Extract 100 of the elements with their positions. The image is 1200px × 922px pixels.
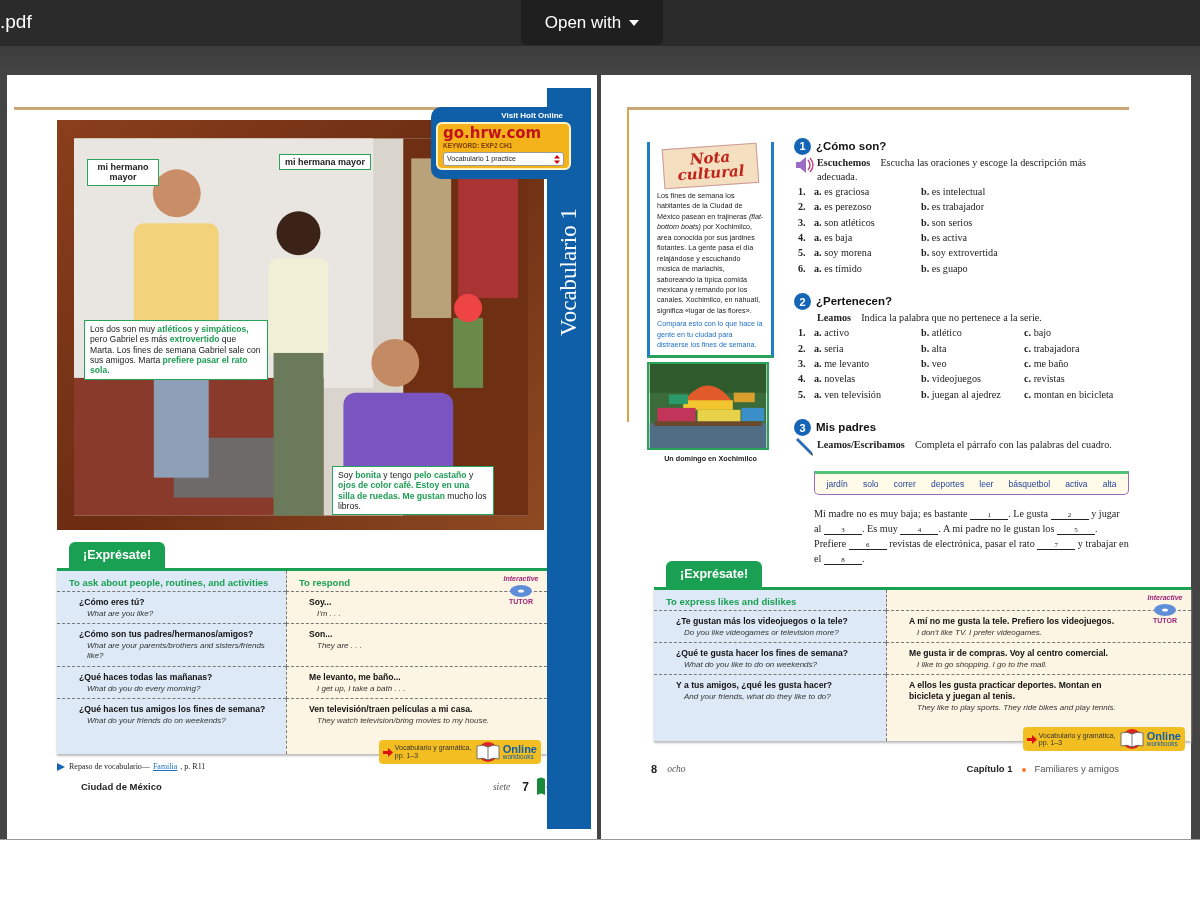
speaker-icon	[794, 156, 814, 175]
chapter-title: Familiares y amigos	[1034, 762, 1119, 777]
answer-text: Son...	[308, 628, 334, 640]
item-number: 5.	[798, 246, 807, 261]
footer-location: Ciudad de México	[81, 779, 162, 794]
item-number: 2.	[798, 341, 807, 356]
question-text: ¿Qué hacen tus amigos los fines de semana?	[78, 702, 267, 715]
workbook-title: Online	[1146, 730, 1181, 742]
answer-option[interactable]: a. ven televisión	[814, 386, 921, 403]
website-text: go.hrw.com	[443, 126, 543, 141]
caption-text: Soy bonita y tengo pelo castaño y ojos de color café. Estoy en una silla de ruedas. Me gustan mucho los libros.	[332, 466, 494, 516]
caret-icon	[629, 19, 640, 26]
updown-icon	[554, 154, 560, 164]
answer-option[interactable]: b. videojuegos	[921, 371, 1024, 387]
translation-text: What do your friends do on weekends?	[86, 714, 227, 727]
review-text: Repaso de vocabulario—	[69, 761, 150, 774]
badge-heading: Visit Holt Online	[500, 110, 564, 122]
exercise-title: Mis padres	[816, 420, 877, 436]
answer-option[interactable]: a. son atléticos	[814, 214, 921, 230]
translation-text: What do you do every morning?	[86, 682, 202, 695]
page-number: 8	[651, 762, 658, 778]
answer-option[interactable]: b. alta	[921, 340, 1024, 357]
word-bank-word: solo	[862, 477, 879, 491]
answer-option[interactable]: c. montan en bicicleta	[1024, 386, 1114, 403]
chapter-number: Capítulo 1	[966, 762, 1013, 777]
answer-option[interactable]: b. soy extrovertida	[921, 245, 1041, 261]
page-word: siete	[492, 780, 511, 794]
answer-option[interactable]: b. son serios	[921, 214, 1041, 230]
item-number: 3.	[798, 357, 807, 372]
answer-option[interactable]: c. revistas	[1024, 371, 1114, 387]
answer-option[interactable]: a. me levanto	[814, 356, 921, 372]
answer-text: Me levanto, me baño...	[308, 670, 402, 683]
question-text: ¿Qué haces todas las mañanas?	[78, 670, 214, 683]
answer-option[interactable]: a. soy morena	[814, 245, 921, 261]
translation-text: What do you like to do on weekends?	[683, 659, 818, 671]
side-tab-title: Vocabulario 1	[554, 208, 582, 336]
answer-option[interactable]: b. es activa	[921, 230, 1041, 246]
translation-text: I like to go shopping. I go to the mall.	[916, 659, 1049, 671]
answer-text: A mí no me gusta la tele. Prefiero los videojuegos.	[908, 615, 1116, 627]
word-bank-word: leer	[979, 477, 994, 491]
translation-text: They like to play sports. They ride bikes and play tennis.	[916, 701, 1117, 714]
exercise-title: ¿Pertenecen?	[816, 294, 893, 310]
answer-option[interactable]: a. es baja	[814, 230, 921, 246]
item-number: 4.	[798, 231, 807, 245]
workbook-title: Online	[502, 743, 537, 754]
arrow-icon	[1026, 734, 1037, 744]
culture-note-title: Nota cultural	[661, 142, 760, 190]
answer-option[interactable]: b. es trabajador	[921, 199, 1041, 215]
question-text: ¿Cómo eres tú?	[78, 596, 146, 608]
caption-text: Los dos son muy atléticos y simpáticos, pero Gabriel es más extrovertido que Marta. Los fines de semana Gabriel sale con sus amigos. Marta prefiere pasar el rato sola.	[84, 320, 268, 380]
bullet-icon	[1020, 766, 1027, 773]
answer-option[interactable]: a. activo	[814, 325, 921, 341]
question-text: ¿Cómo son tus padres/hermanos/amigos?	[78, 628, 255, 640]
answer-option[interactable]: a. es perezoso	[814, 199, 921, 215]
book-icon	[474, 742, 501, 763]
book-icon	[1118, 729, 1145, 750]
item-number: 4.	[798, 372, 807, 387]
answer-option[interactable]: b. es guapo	[921, 260, 1041, 277]
translation-text: What are your parents/brothers and sisters/friends like?	[86, 640, 266, 663]
answer-option[interactable]: c. trabajadora	[1024, 340, 1114, 357]
answer-option[interactable]: a. seria	[814, 340, 921, 357]
instruction-text: Escuchemos Escucha las oraciones y escoge la descripción más adecuada.	[817, 156, 1088, 184]
disc-icon	[509, 584, 533, 599]
question-text: ¿Te gustan más los videojuegos o la tele?	[675, 615, 849, 627]
instruction-text: Leamos Indica la palabra que no pertenece a la serie.	[817, 311, 1042, 326]
answer-option[interactable]: c. bajo	[1024, 325, 1114, 341]
page-number: 7	[522, 779, 529, 797]
answer-option[interactable]: b. atlético	[921, 325, 1024, 341]
translation-text: I don't like TV. I prefer videogames.	[916, 626, 1043, 639]
file-name: .pdf	[0, 10, 32, 34]
photo-label: mi hermano mayor	[87, 159, 159, 186]
triangle-icon	[57, 763, 65, 772]
answer-option[interactable]: b. es intelectual	[921, 183, 1041, 200]
translation-text: Do you like videogames or television more?	[683, 626, 840, 639]
translation-text: They watch television/bring movies to my house.	[316, 714, 491, 727]
answer-option[interactable]: c. me baño	[1024, 356, 1114, 372]
answer-option[interactable]: a. novelas	[814, 371, 921, 387]
instruction-text: Leamos/Escribamos Completa el párrafo con las palabras del cuadro.	[817, 437, 1112, 452]
translation-text: What are you like?	[86, 607, 155, 620]
column-heading: To respond	[299, 576, 351, 588]
open-with-button[interactable]: Open with	[521, 0, 663, 45]
answer-option[interactable]: b. veo	[921, 356, 1024, 372]
answer-option[interactable]: b. juegan al ajedrez	[921, 386, 1024, 403]
item-number: 6.	[798, 261, 807, 276]
answer-text: Me gusta ir de compras. Voy al centro comercial.	[908, 647, 1109, 659]
word-bank-word: deportes	[931, 477, 965, 491]
exercise-number: 3	[794, 419, 811, 437]
translation-text: I'm . . .	[316, 607, 342, 620]
word-bank-word: básquetbol	[1008, 477, 1051, 491]
translation-text: They are . . .	[316, 640, 363, 652]
review-link[interactable]: Familia	[152, 761, 178, 774]
question-text: ¿Qué te gusta hacer los fines de semana?	[675, 647, 849, 659]
answer-option[interactable]: a. es graciosa	[814, 183, 921, 200]
answer-option[interactable]: a. es tímido	[814, 260, 921, 277]
review-text: , p. R11	[180, 761, 206, 774]
column-heading: To ask about people, routines, and activities	[69, 576, 269, 588]
translation-text: I get up, I take a bath . . .	[316, 682, 407, 695]
exercise-number: 2	[794, 293, 811, 311]
item-number: 1.	[798, 326, 807, 341]
answer-text: A ellos les gusta practicar deportes. Montan en bicicleta y juegan al tenis.	[908, 679, 1103, 702]
